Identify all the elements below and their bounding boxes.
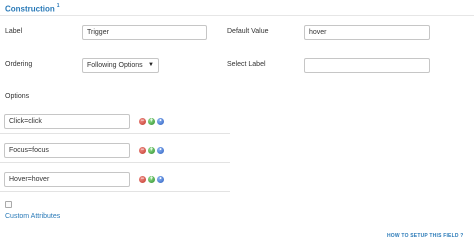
reorder-icon: • bbox=[159, 147, 162, 153]
section-divider bbox=[0, 15, 474, 16]
help-link[interactable]: HOW TO SETUP THIS FIELD ? bbox=[387, 233, 463, 239]
option-row-divider bbox=[0, 162, 230, 163]
ordering-caption: Ordering bbox=[5, 61, 33, 68]
reorder-option-button[interactable]: • bbox=[157, 118, 164, 125]
label-input[interactable]: Trigger bbox=[82, 25, 207, 40]
plus-icon: + bbox=[149, 118, 154, 124]
add-option-button[interactable]: + bbox=[148, 147, 155, 154]
plus-icon: + bbox=[149, 176, 154, 182]
reorder-option-button[interactable]: • bbox=[157, 176, 164, 183]
option-row-divider bbox=[0, 133, 230, 134]
chevron-down-icon: ▼ bbox=[148, 62, 154, 68]
custom-attributes-link[interactable]: Custom Attributes bbox=[5, 213, 60, 220]
option-row-divider bbox=[0, 191, 230, 192]
minus-icon: − bbox=[140, 147, 145, 153]
custom-attributes-checkbox[interactable] bbox=[5, 201, 12, 208]
plus-icon: + bbox=[149, 147, 154, 153]
reorder-icon: • bbox=[159, 176, 162, 182]
section-title: Construction 1 bbox=[5, 3, 60, 14]
add-option-button[interactable]: + bbox=[148, 118, 155, 125]
remove-option-button[interactable]: − bbox=[139, 147, 146, 154]
select-label-input[interactable] bbox=[304, 58, 430, 73]
add-option-button[interactable]: + bbox=[148, 176, 155, 183]
minus-icon: − bbox=[140, 176, 145, 182]
label-caption: Label bbox=[5, 28, 23, 35]
section-title-text: Construction bbox=[5, 4, 55, 14]
ordering-select[interactable]: Following Options ▼ bbox=[82, 58, 159, 73]
select-label-caption: Select Label bbox=[227, 61, 266, 68]
option-input[interactable]: Click=click bbox=[4, 114, 130, 129]
section-superscript: 1 bbox=[56, 3, 60, 9]
default-value-input[interactable]: hover bbox=[304, 25, 430, 40]
option-input[interactable]: Hover=hover bbox=[4, 172, 130, 187]
reorder-icon: • bbox=[159, 118, 162, 124]
option-input[interactable]: Focus=focus bbox=[4, 143, 130, 158]
reorder-option-button[interactable]: • bbox=[157, 147, 164, 154]
remove-option-button[interactable]: − bbox=[139, 118, 146, 125]
default-value-caption: Default Value bbox=[227, 28, 269, 35]
minus-icon: − bbox=[140, 118, 145, 124]
options-caption: Options bbox=[5, 93, 30, 100]
remove-option-button[interactable]: − bbox=[139, 176, 146, 183]
ordering-selected-value: Following Options bbox=[87, 62, 143, 69]
